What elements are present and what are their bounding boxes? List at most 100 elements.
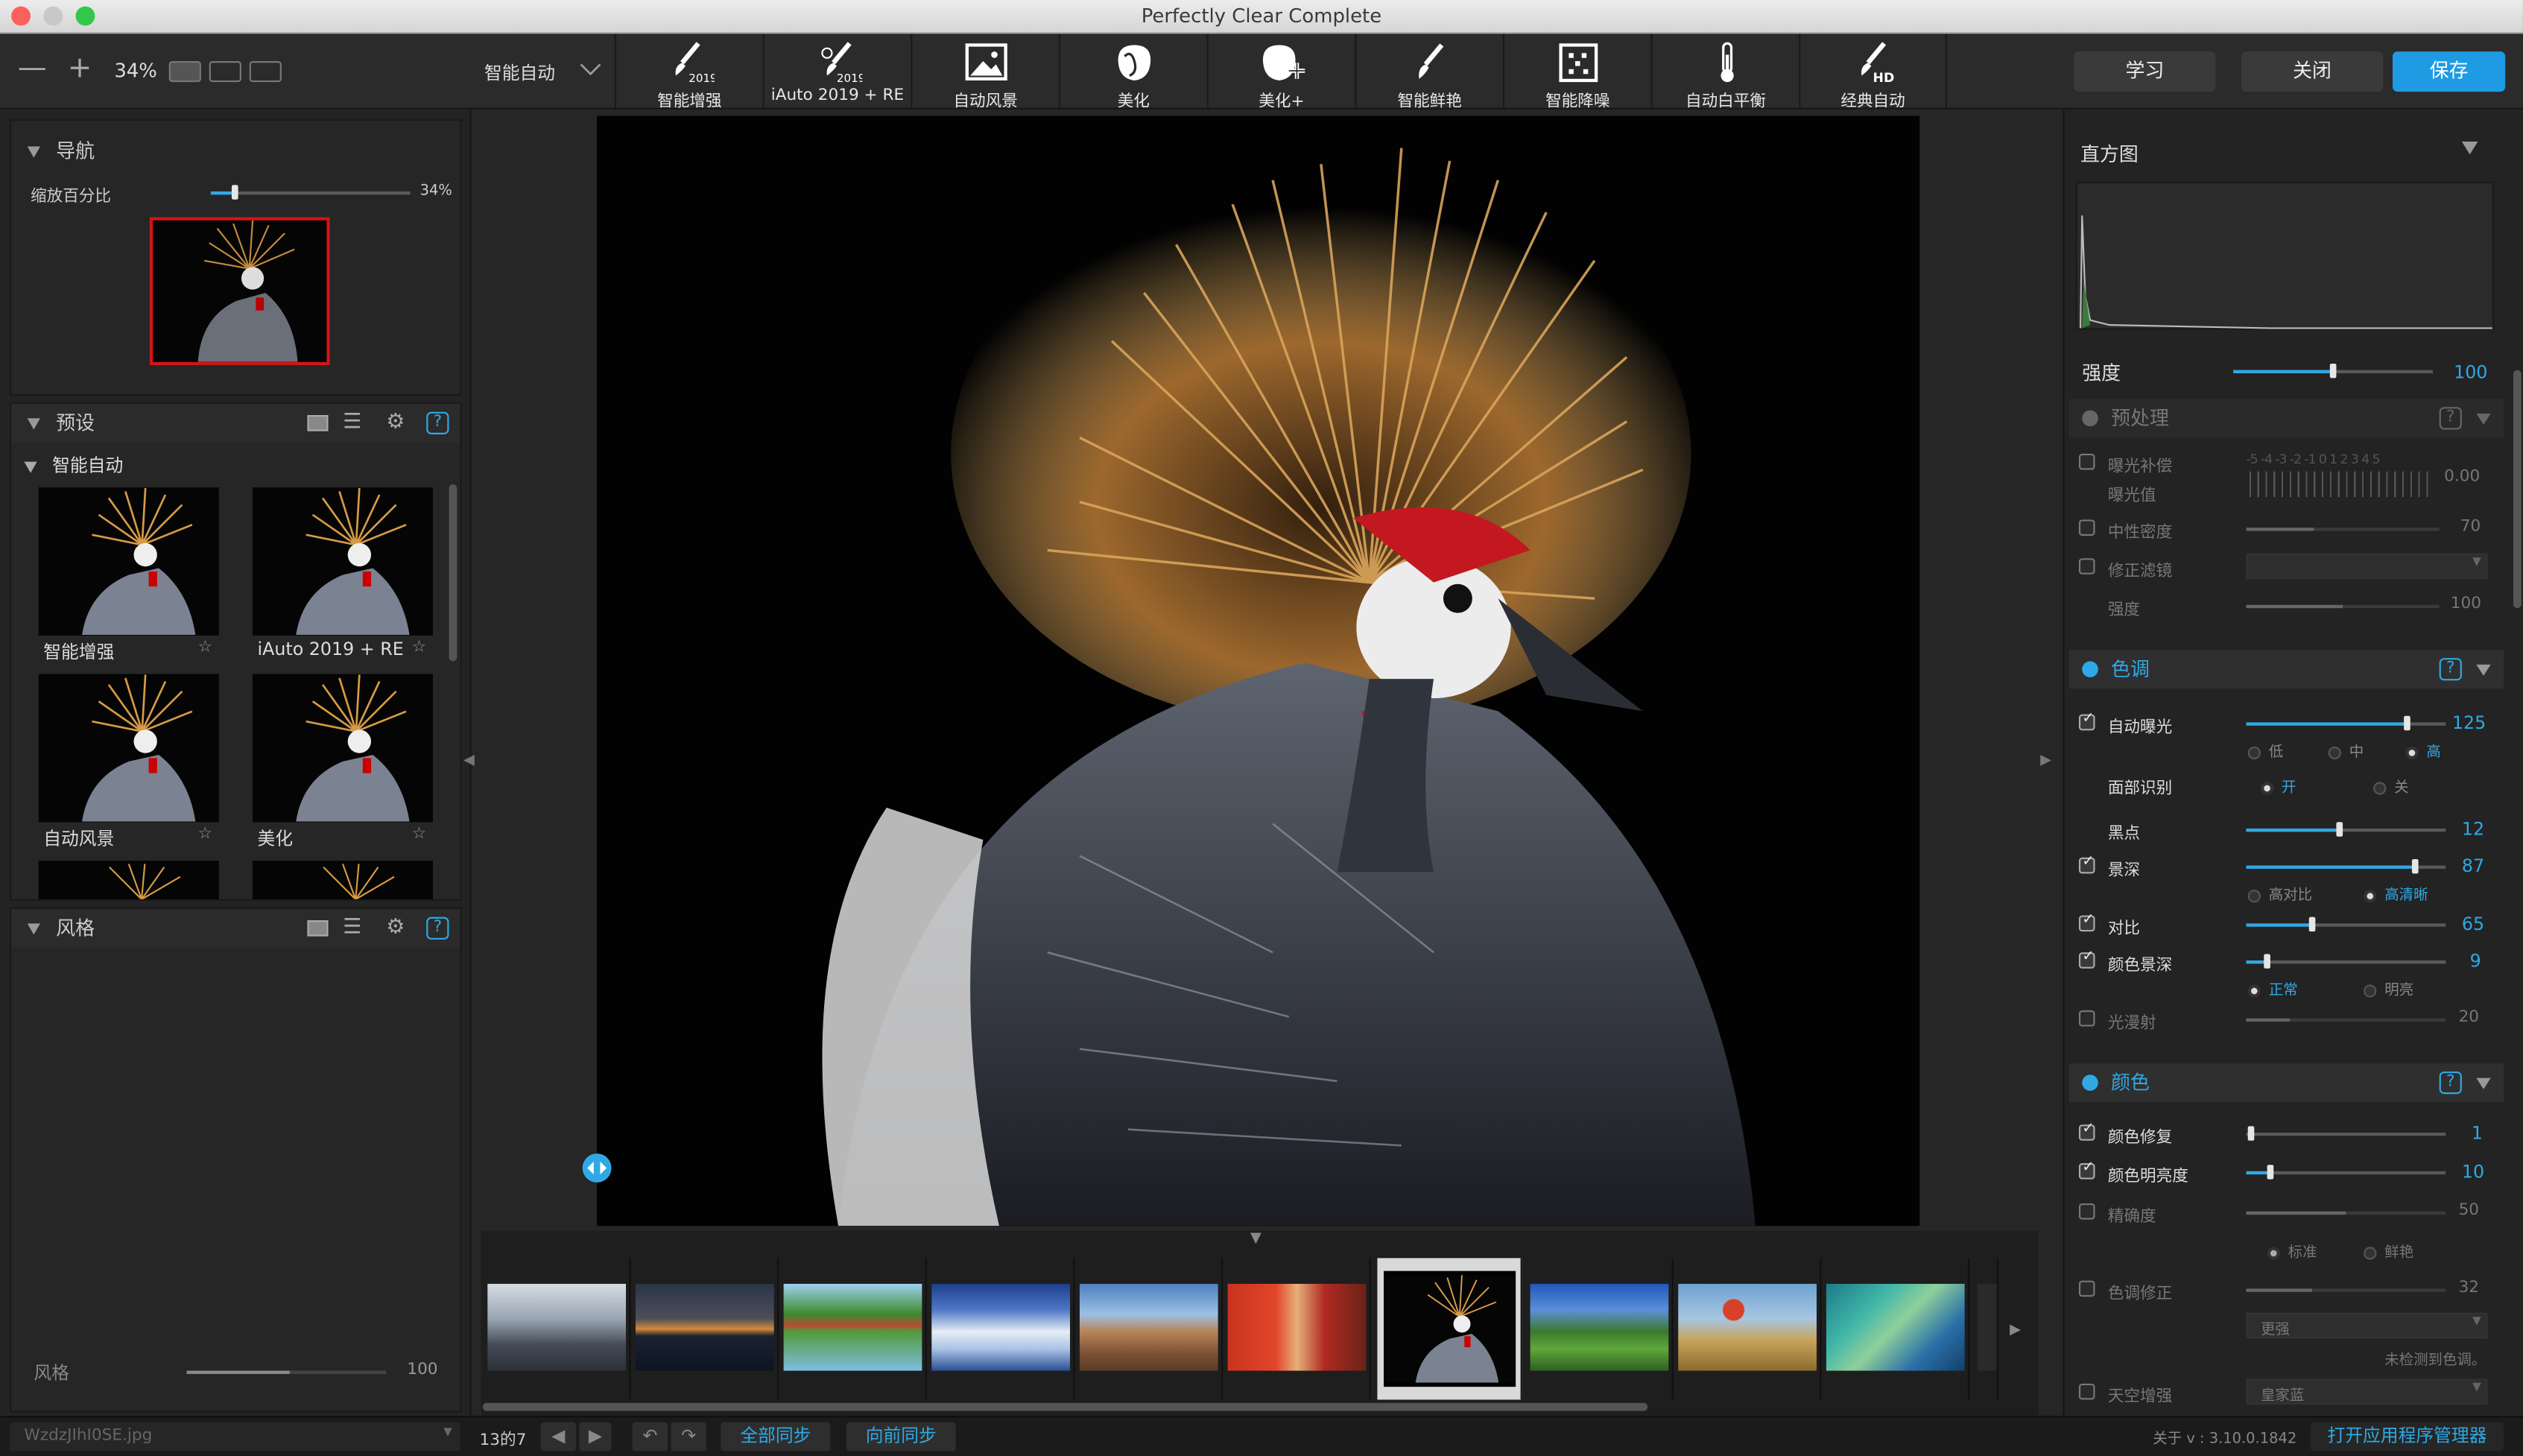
film-item[interactable] <box>483 1258 631 1400</box>
split-view-icon[interactable] <box>209 61 241 83</box>
film-item[interactable] <box>779 1258 927 1400</box>
section-toggle-icon[interactable] <box>2082 410 2098 427</box>
section-toggle-icon[interactable] <box>2082 661 2098 677</box>
film-item[interactable] <box>1972 1258 1998 1400</box>
accuracy-vivid-radio[interactable]: 鲜艳 <box>2364 1241 2413 1262</box>
face-detection-on-radio[interactable]: 开 <box>2260 776 2296 797</box>
preset-thumbnail[interactable] <box>253 674 433 823</box>
color-vibrancy-checkbox[interactable] <box>2078 1160 2095 1180</box>
high-contrast-radio[interactable]: 高对比 <box>2247 883 2312 904</box>
section-toggle-icon[interactable] <box>2082 1074 2098 1091</box>
color-depth-knob[interactable] <box>2264 954 2270 969</box>
film-item[interactable] <box>1674 1258 1822 1400</box>
color-depth-normal-radio[interactable]: 正常 <box>2247 978 2298 999</box>
styles-header[interactable]: 风格 ☰ ⚙ ? <box>11 908 460 948</box>
open-app-manager-button[interactable]: 打开应用程序管理器 <box>2310 1422 2504 1452</box>
contrast-checkbox[interactable] <box>2078 912 2095 932</box>
exposure-checkbox[interactable] <box>2078 453 2095 470</box>
help-icon[interactable]: ? <box>426 411 449 434</box>
redo-icon[interactable]: ↷ <box>671 1422 706 1452</box>
contrast-knob[interactable] <box>2308 917 2316 932</box>
face-detection-off-radio[interactable]: 关 <box>2373 776 2409 797</box>
tint-strength-select[interactable]: 更强 ▼ <box>2246 1312 2488 1339</box>
preprocess-header[interactable]: 预处理 ? <box>2068 399 2504 438</box>
color-restore-checkbox[interactable] <box>2078 1121 2095 1141</box>
tool-classic-auto[interactable]: HD 经典自动 <box>1799 34 1947 111</box>
preset-dropdown[interactable]: 智能自动 <box>484 60 555 86</box>
presets-header[interactable]: 预设 ☰ ⚙ ? <box>11 403 460 443</box>
color-depth-slider[interactable] <box>2246 960 2446 964</box>
zoom-out-button[interactable]: — <box>18 54 47 83</box>
sync-all-button[interactable]: 全部同步 <box>721 1422 831 1452</box>
preset-group-header[interactable]: 智能自动 <box>24 452 123 478</box>
depth-checkbox[interactable] <box>2078 854 2095 874</box>
color-vibrancy-slider[interactable] <box>2246 1171 2446 1175</box>
neutral-density-checkbox[interactable] <box>2078 519 2095 536</box>
next-image-button[interactable]: ▶ <box>579 1422 612 1452</box>
film-item[interactable] <box>927 1258 1075 1400</box>
collapse-icon[interactable] <box>2476 664 2491 676</box>
undo-icon[interactable]: ↶ <box>632 1422 668 1452</box>
color-header[interactable]: 颜色 ? <box>2068 1063 2504 1102</box>
tool-beautify-plus[interactable]: 美化+ <box>1206 34 1355 111</box>
side-by-side-view-icon[interactable] <box>249 61 282 83</box>
sync-forward-button[interactable]: 向前同步 <box>846 1422 956 1452</box>
film-item[interactable] <box>1074 1258 1223 1400</box>
star-icon[interactable]: ☆ <box>198 639 212 656</box>
save-button[interactable]: 保存 <box>2393 51 2506 92</box>
sky-enhance-select[interactable]: 皇家蓝 ▼ <box>2246 1379 2488 1405</box>
diffuse-checkbox[interactable] <box>2078 1010 2095 1027</box>
film-item[interactable] <box>630 1258 779 1400</box>
auto-exposure-knob[interactable] <box>2404 715 2410 731</box>
single-view-icon[interactable] <box>168 61 201 83</box>
preset-thumbnail[interactable] <box>253 487 433 636</box>
zoom-in-button[interactable]: + <box>68 54 92 83</box>
presets-scrollbar[interactable] <box>449 484 458 662</box>
tool-iauto-2019[interactable]: 2019 iAuto 2019 + RE <box>762 34 911 110</box>
star-icon[interactable]: ☆ <box>412 639 426 656</box>
collapse-icon[interactable] <box>2461 142 2478 155</box>
star-icon[interactable]: ☆ <box>198 826 212 843</box>
grid-view-icon[interactable] <box>307 415 329 431</box>
main-photo[interactable] <box>597 115 1920 1226</box>
color-depth-bright-radio[interactable]: 明亮 <box>2364 978 2413 999</box>
tool-smart-denoise[interactable]: 智能降噪 <box>1502 34 1651 111</box>
preset-thumbnail[interactable] <box>38 861 219 899</box>
correction-filter-select[interactable]: ▼ <box>2246 553 2488 580</box>
correction-filter-checkbox[interactable] <box>2078 558 2095 575</box>
high-clarity-radio[interactable]: 高清晰 <box>2364 883 2428 904</box>
color-vibrancy-knob[interactable] <box>2267 1165 2274 1180</box>
star-icon[interactable]: ☆ <box>412 826 426 843</box>
exposure-ruler[interactable] <box>2249 471 2430 498</box>
color-depth-checkbox[interactable] <box>2078 949 2095 969</box>
depth-knob[interactable] <box>2411 858 2419 874</box>
film-item-selected[interactable] <box>1377 1258 1522 1400</box>
auto-exposure-checkbox[interactable] <box>2078 711 2095 731</box>
filename-select[interactable]: WzdzJIhI0SE.jpg ▼ <box>9 1422 460 1452</box>
preset-thumbnail[interactable] <box>38 487 219 636</box>
previous-image-button[interactable]: ◀ <box>540 1422 577 1452</box>
collapse-icon[interactable] <box>2476 1077 2491 1089</box>
strength-knob[interactable] <box>2329 363 2337 379</box>
accuracy-checkbox[interactable] <box>2078 1203 2095 1220</box>
help-icon[interactable]: ? <box>2439 1071 2462 1095</box>
navigator-zoom-knob[interactable] <box>231 185 238 200</box>
exposure-low-radio[interactable]: 低 <box>2247 740 2283 761</box>
tool-auto-landscape[interactable]: 自动风景 <box>911 34 1059 111</box>
gear-icon[interactable]: ⚙ <box>386 909 405 948</box>
filmstrip-next-icon[interactable]: ▶ <box>2010 1323 2021 1339</box>
color-restore-slider[interactable] <box>2246 1133 2446 1136</box>
preset-thumbnail[interactable] <box>38 674 219 823</box>
right-panel-scrollbar[interactable] <box>2513 370 2522 609</box>
filmstrip-scrollbar[interactable] <box>482 1402 1648 1411</box>
exposure-high-radio[interactable]: 高 <box>2405 740 2441 761</box>
compare-toggle-icon[interactable] <box>581 1152 613 1184</box>
close-button[interactable]: 关闭 <box>2241 51 2384 92</box>
color-restore-knob[interactable] <box>2247 1126 2255 1141</box>
collapse-filmstrip-icon[interactable]: ▼ <box>1250 1231 1262 1247</box>
exposure-mid-radio[interactable]: 中 <box>2328 740 2364 761</box>
navigator-header[interactable]: 导航 <box>27 137 95 165</box>
list-view-icon[interactable]: ☰ <box>343 404 361 443</box>
tool-smart-enhance[interactable]: 2019 智能增强 <box>614 34 763 111</box>
film-item[interactable] <box>1821 1258 1970 1400</box>
